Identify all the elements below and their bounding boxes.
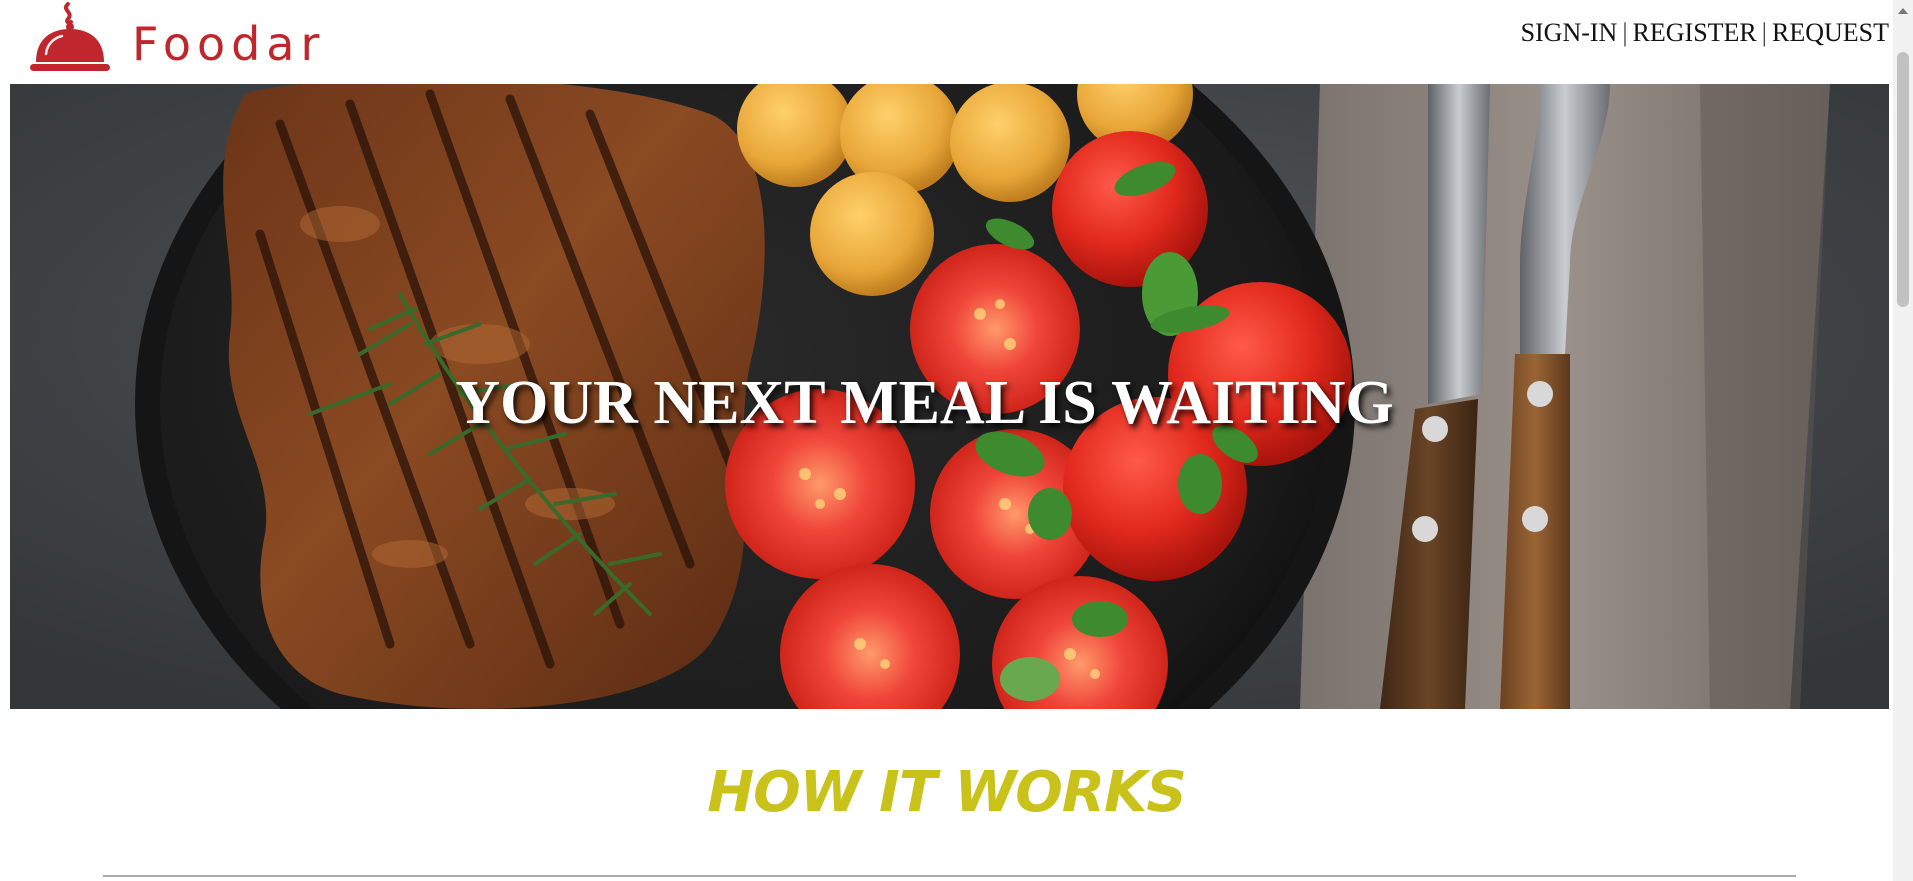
logo-link[interactable]: Foodar xyxy=(28,0,325,80)
nav-separator: | xyxy=(1761,18,1767,47)
site-header: Foodar SIGN-IN | REGISTER | REQUEST xyxy=(0,0,1893,84)
register-link[interactable]: REGISTER xyxy=(1633,18,1757,47)
cloche-icon xyxy=(30,2,110,71)
sign-in-link[interactable]: SIGN-IN xyxy=(1521,18,1618,47)
hero-title: YOUR NEXT MEAL IS WAITING xyxy=(455,369,1394,437)
hero-banner: YOUR NEXT MEAL IS WAITING xyxy=(10,84,1889,709)
request-link[interactable]: REQUEST xyxy=(1772,18,1889,47)
scroll-thumb[interactable] xyxy=(1897,52,1909,307)
nav-separator: | xyxy=(1622,18,1628,47)
page: Foodar SIGN-IN | REGISTER | REQUEST YOUR… xyxy=(0,0,1913,881)
scroll-up-icon[interactable] xyxy=(1898,8,1908,14)
brand-name: Foodar xyxy=(132,17,326,71)
page-scrollbar[interactable] xyxy=(1893,0,1913,881)
section-divider xyxy=(103,875,1796,877)
top-nav: SIGN-IN | REGISTER | REQUEST xyxy=(1521,18,1889,48)
how-it-works-title: HOW IT WORKS xyxy=(707,760,1187,825)
